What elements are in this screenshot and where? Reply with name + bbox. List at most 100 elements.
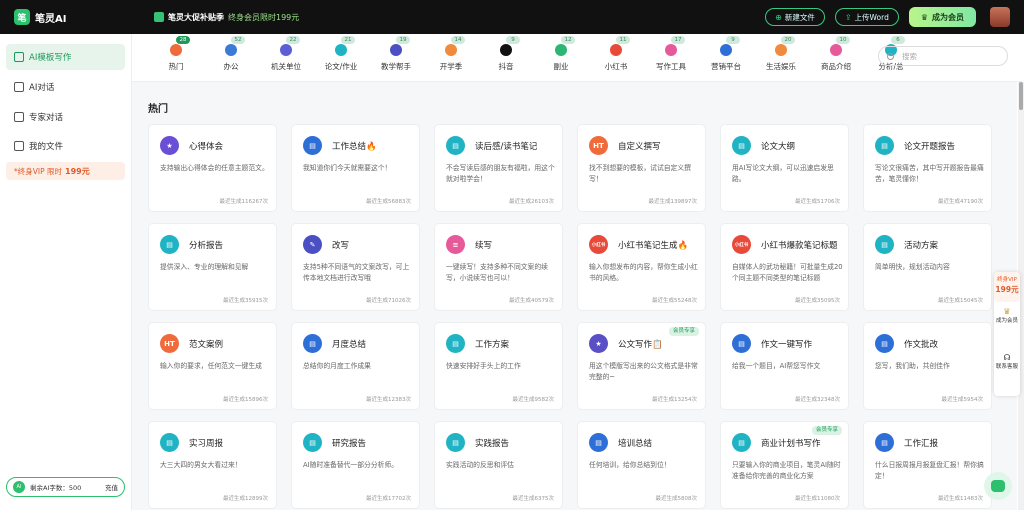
sidebar-vip-promo[interactable]: *终身VIP 限时 199元: [6, 162, 125, 180]
tab-6[interactable]: 9 抖音: [484, 36, 528, 80]
template-desc: 支持5种不同语气的文案改写，可上传本地文档进行改写哦: [303, 263, 410, 282]
template-title: 培训总结: [618, 439, 653, 449]
template-card[interactable]: HT 范文案例 输入你的要求，任何范文一键生成 最近生成15896次: [148, 322, 277, 410]
become-vip-button[interactable]: ♛ 成为会员: [908, 7, 976, 27]
file-icon: [14, 141, 24, 151]
tab-0[interactable]: 28 热门: [154, 36, 198, 80]
template-card[interactable]: ▤ 论文开题报告 写论文很痛苦，其中写开题报告最痛苦，笔灵懂你！ 最近生成47190次: [863, 124, 992, 212]
template-usage-count: 最近生成17702次: [366, 496, 411, 502]
sidebar-item-my-files[interactable]: 我的文件: [6, 133, 125, 159]
template-card[interactable]: ▤ 读后感/读书笔记 不会写读后感的朋友有福啦，用这个就对啦学会！ 最近生成26103…: [434, 124, 563, 212]
template-usage-count: 最近生成139897次: [648, 199, 698, 205]
template-desc: 大三大四的男女大看过来！: [160, 461, 242, 469]
tab-4[interactable]: 19 教学帮手: [374, 36, 418, 80]
app-name: 笔灵AI: [35, 13, 67, 25]
template-card[interactable]: ≡ 续写 一键续写！支持多种不同文案的续写，小说续写也可以！ 最近生成40579次: [434, 223, 563, 311]
float-contact[interactable]: ☊ 联系客服: [994, 354, 1020, 371]
search-box[interactable]: 搜索: [878, 46, 1008, 66]
upload-word-button[interactable]: ⇪ 上传Word: [834, 8, 899, 26]
tab-icon: [720, 44, 732, 56]
template-card[interactable]: ▤ 工作方案 快速安排好手头上的工作 最近生成9582次: [434, 322, 563, 410]
recharge-button[interactable]: 充值: [105, 482, 118, 492]
logo[interactable]: 笔 笔灵AI: [14, 9, 154, 25]
template-card[interactable]: HT 自定义撰写 找不到想要的模板，试试自定义撰写！ 最近生成139897次: [577, 124, 706, 212]
new-file-button[interactable]: ⊕ 新建文件: [765, 8, 825, 26]
template-icon: ▤: [732, 136, 751, 155]
template-card[interactable]: ▤ 作文批改 您写，我们助，共创佳作 最近生成5954次: [863, 322, 992, 410]
tab-label: 教学帮手: [381, 62, 411, 71]
template-card[interactable]: ▤ 作文一键写作 给我一个题目，AI帮您写作文 最近生成32348次: [720, 322, 849, 410]
template-desc: 简单明快，规划活动内容: [875, 263, 950, 271]
tab-count-badge: 28: [176, 36, 190, 44]
template-card[interactable]: ▤ 活动方案 简单明快，规划活动内容 最近生成15045次: [863, 223, 992, 311]
avatar[interactable]: [990, 7, 1010, 27]
crown-icon: ♛: [1003, 307, 1011, 316]
template-card[interactable]: ▤ 实习周报 大三大四的男女大看过来！ 最近生成12899次: [148, 421, 277, 509]
template-title: 小红书爆款笔记标题: [761, 241, 838, 251]
tab-8[interactable]: 11 小红书: [594, 36, 638, 80]
gift-icon: [154, 12, 164, 22]
sidebar-item-ai-template[interactable]: AI模板写作: [6, 44, 125, 70]
word-count-bar: AI 剩余AI字数：500 充值: [6, 477, 125, 497]
template-title: 月度总结: [332, 340, 367, 350]
template-usage-count: 最近生成15045次: [938, 298, 983, 304]
template-card[interactable]: 小红书 小红书笔记生成🔥 输入你想发布的内容，帮你生成小红书的风格。 最近生成5524…: [577, 223, 706, 311]
float-vip-promo[interactable]: 终身VIP 199元: [994, 272, 1020, 302]
template-card[interactable]: ▤ 月度总结 总结你的月度工作成果 最近生成12383次: [291, 322, 420, 410]
template-desc: 用这个模版写出来的公文格式是非常完整的~: [589, 362, 698, 381]
promo-banner[interactable]: 笔灵大促补贴季 终身会员限时199元: [154, 12, 299, 23]
tab-9[interactable]: 17 写作工具: [649, 36, 693, 80]
tab-12[interactable]: 10 商品介绍: [814, 36, 858, 80]
tab-3[interactable]: 21 论文/作业: [319, 36, 363, 80]
template-card[interactable]: ▤ 培训总结 任何培训，给你总结到位！ 最近生成5808次: [577, 421, 706, 509]
template-card[interactable]: ▤ 工作汇报 什么日报周报月报复盘汇报！帮你搞定！ 最近生成11483次: [863, 421, 992, 509]
template-card[interactable]: ▤ 工作总结🔥 我知道你们今天就需要这个！ 最近生成56883次: [291, 124, 420, 212]
template-usage-count: 最近生成71026次: [366, 298, 411, 304]
tab-label: 办公: [223, 62, 239, 71]
template-card[interactable]: ▤ 商业计划书写作 只要输入你的商业项目，笔灵AI随时准备给你完善的商业化方案 最近生…: [720, 421, 849, 509]
template-card[interactable]: ★ 心得体会 支持输出心得体会的任意主题范文。 最近生成116267次: [148, 124, 277, 212]
sidebar-item-expert-chat[interactable]: 专家对话: [6, 104, 125, 130]
template-desc: 一键续写！支持多种不同文案的续写，小说续写也可以！: [446, 263, 548, 282]
tab-label: 热门: [168, 62, 184, 71]
template-usage-count: 最近生成51706次: [795, 199, 840, 205]
tab-icon: [610, 44, 622, 56]
tab-5[interactable]: 14 开学季: [429, 36, 473, 80]
sidebar-item-ai-chat[interactable]: AI对话: [6, 74, 125, 100]
tab-icon: [335, 44, 347, 56]
template-desc: 用AI写论文大纲，可以迅速启发思路。: [732, 164, 834, 183]
tab-count-badge: 22: [286, 36, 300, 44]
template-icon: ▤: [303, 334, 322, 353]
tab-1[interactable]: 52 办公: [209, 36, 253, 80]
template-card[interactable]: ▤ 研究报告 AI随时准备替代一部分分析师。 最近生成17702次: [291, 421, 420, 509]
template-title: 续写: [475, 241, 493, 251]
scrollbar-thumb[interactable]: [1019, 82, 1023, 110]
template-desc: 快速安排好手头上的工作: [446, 362, 521, 370]
tab-2[interactable]: 22 机关单位: [264, 36, 308, 80]
template-card[interactable]: ★ 公文写作📋 用这个模版写出来的公文格式是非常完整的~ 最近生成13254次 会员专享: [577, 322, 706, 410]
template-icon: ▤: [446, 136, 465, 155]
template-title: 活动方案: [904, 241, 939, 251]
tab-7[interactable]: 12 副业: [539, 36, 583, 80]
template-title: 实践报告: [475, 439, 510, 449]
template-title: 读后感/读书笔记: [475, 142, 538, 152]
search-input[interactable]: 搜索: [902, 51, 917, 62]
sidebar: AI模板写作 AI对话 专家对话 我的文件 *终身VIP 限时 199元 AI 剩…: [0, 34, 132, 510]
template-card[interactable]: ✎ 改写 支持5种不同语气的文案改写，可上传本地文档进行改写哦 最近生成71026次: [291, 223, 420, 311]
tab-icon: [500, 44, 512, 56]
float-become-member[interactable]: ♛ 成为会员: [994, 308, 1020, 325]
float-panel: 终身VIP 199元 ♛ 成为会员 ☊ 联系客服: [994, 272, 1020, 396]
robot-assistant-icon[interactable]: [984, 472, 1012, 500]
template-card[interactable]: ▤ 论文大纲 用AI写论文大纲，可以迅速启发思路。 最近生成51706次: [720, 124, 849, 212]
template-card[interactable]: 小红书 小红书爆款笔记标题 自媒体人的武功秘籍！可批量生成20个同主题不同类型的笔记…: [720, 223, 849, 311]
template-title: 范文案例: [189, 340, 224, 350]
tab-icon: [280, 44, 292, 56]
template-icon: ▤: [589, 433, 608, 452]
template-desc: 输入你的要求，任何范文一键生成: [160, 362, 262, 370]
template-desc: AI随时准备替代一部分分析师。: [303, 461, 399, 469]
template-card[interactable]: ▤ 分析报告 提供深入、专业的理解和见解 最近生成35915次: [148, 223, 277, 311]
tab-10[interactable]: 9 营销平台: [704, 36, 748, 80]
template-card[interactable]: ▤ 实践报告 实践活动的反思和评估 最近生成6375次: [434, 421, 563, 509]
tab-11[interactable]: 20 生活娱乐: [759, 36, 803, 80]
tab-icon: [775, 44, 787, 56]
